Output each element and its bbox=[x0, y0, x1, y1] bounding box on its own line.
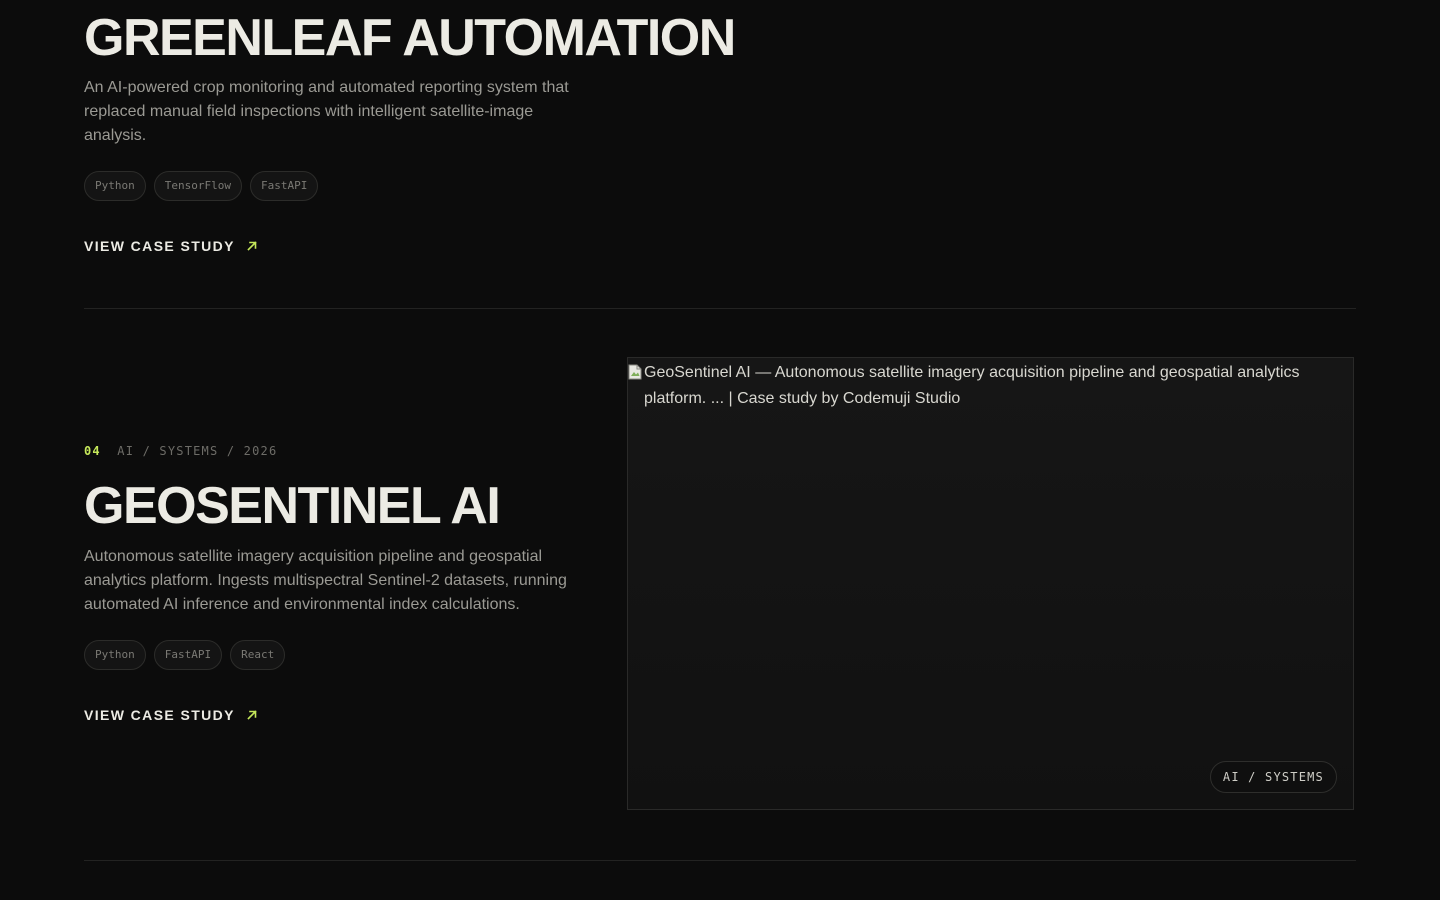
project-number: 04 bbox=[84, 444, 101, 458]
tech-tags: Python FastAPI React bbox=[84, 640, 286, 670]
tech-tag: FastAPI bbox=[153, 640, 223, 670]
view-case-study-label: VIEW CASE STUDY bbox=[84, 238, 235, 254]
broken-image-icon bbox=[628, 364, 642, 380]
project-meta: 04 AI / SYSTEMS / 2026 bbox=[84, 443, 277, 459]
project-description: Autonomous satellite imagery acquisition… bbox=[84, 548, 567, 613]
arrow-up-right-icon bbox=[247, 710, 257, 720]
section-divider bbox=[84, 308, 1356, 309]
arrow-up-right-icon bbox=[247, 241, 257, 251]
tech-tag: Python bbox=[84, 640, 146, 670]
project-title: GEOSENTINEL AI bbox=[84, 477, 501, 535]
image-alt-label: GeoSentinel AI — Autonomous satellite im… bbox=[644, 364, 1300, 407]
tech-tag: Python bbox=[84, 171, 146, 201]
project-description: An AI-powered crop monitoring and automa… bbox=[84, 79, 569, 144]
projects-page: GREENLEAF AUTOMATION An AI-powered crop … bbox=[0, 0, 1440, 900]
category-badge: AI / SYSTEMS bbox=[1209, 761, 1337, 793]
image-alt-text: GeoSentinel AI — Autonomous satellite im… bbox=[628, 360, 1328, 412]
view-case-study-link[interactable]: VIEW CASE STUDY bbox=[84, 707, 259, 723]
view-case-study-label: VIEW CASE STUDY bbox=[84, 707, 235, 723]
view-case-study-link[interactable]: VIEW CASE STUDY bbox=[84, 238, 259, 254]
tech-tags: Python TensorFlow FastAPI bbox=[84, 171, 319, 201]
project-title: GREENLEAF AUTOMATION bbox=[84, 9, 736, 67]
section-divider bbox=[84, 860, 1356, 861]
tech-tag: React bbox=[230, 640, 286, 670]
project-image[interactable]: GeoSentinel AI — Autonomous satellite im… bbox=[627, 357, 1354, 810]
tech-tag: TensorFlow bbox=[153, 171, 242, 201]
tech-tag: FastAPI bbox=[249, 171, 319, 201]
project-category: AI / SYSTEMS / 2026 bbox=[117, 444, 278, 458]
